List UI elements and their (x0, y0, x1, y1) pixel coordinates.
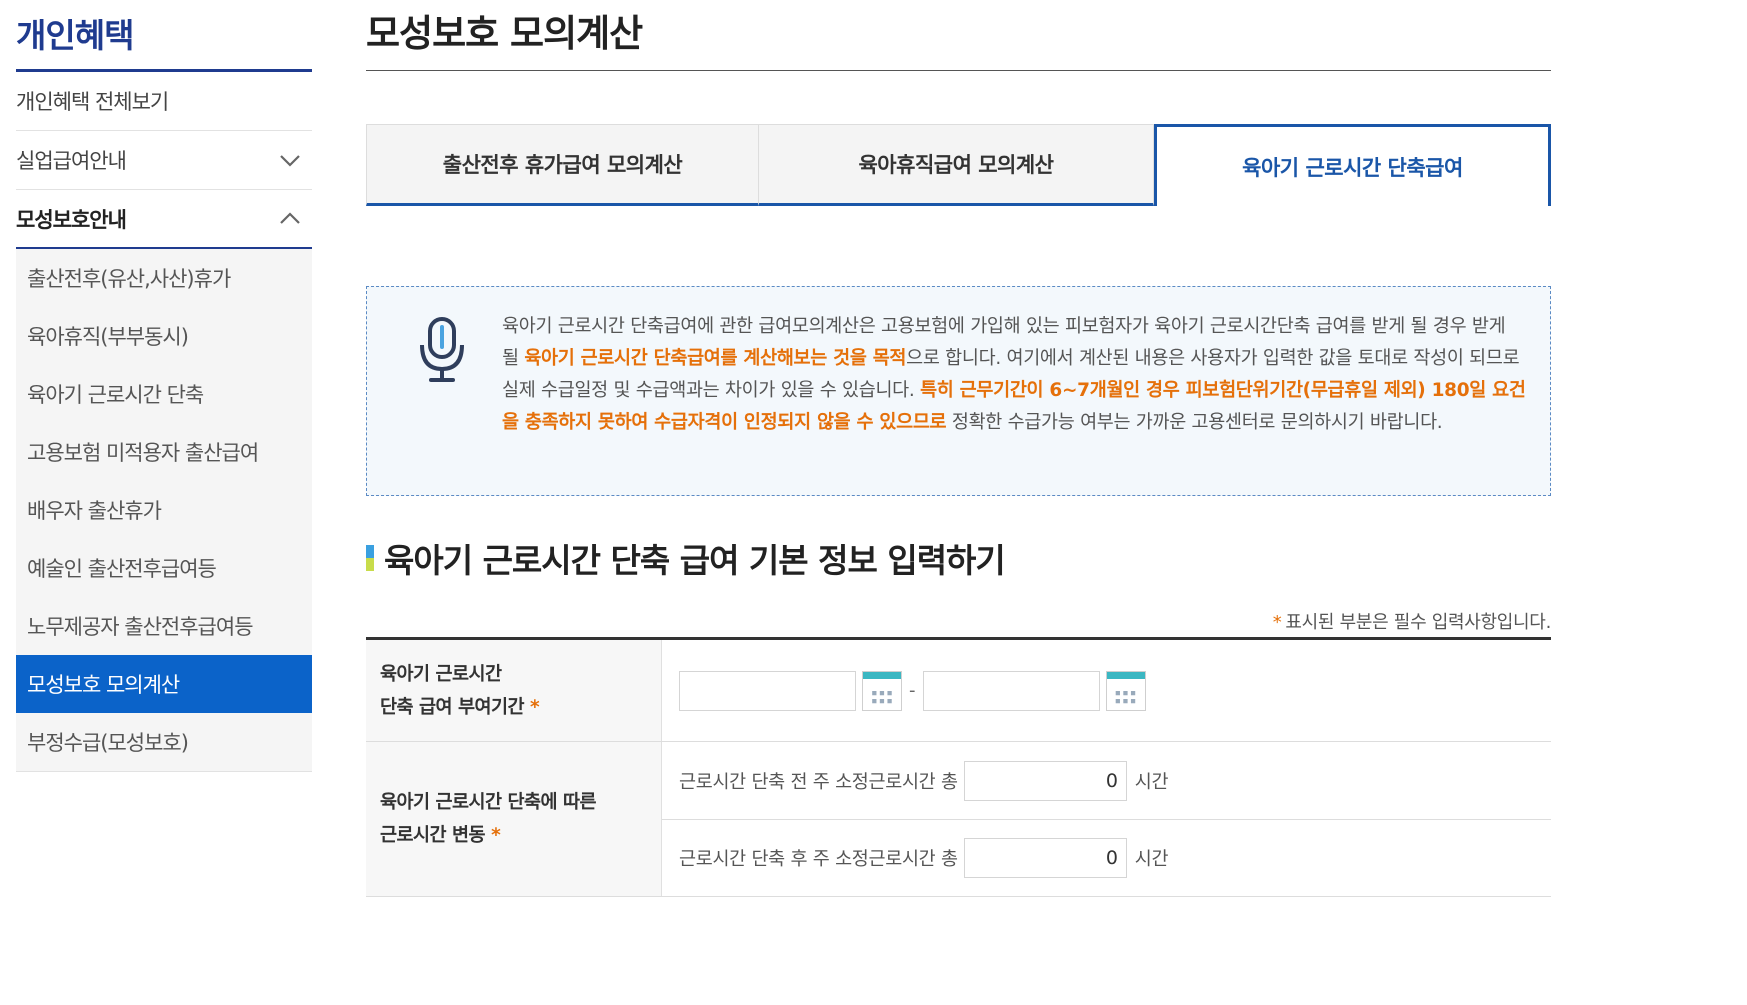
hours-label-line: 근로시간 변동 (380, 825, 486, 846)
sidebar-submenu: 출산전후(유산,사산)휴가 육아휴직(부부동시) 육아기 근로시간 단축 고용보… (16, 249, 312, 772)
date-separator: - (909, 680, 916, 701)
period-label-line: 단축 급여 부여기간 (380, 696, 525, 718)
chevron-up-icon (280, 211, 300, 224)
form-row-hours: 육아기 근로시간 단축에 따른 근로시간 변동 * 근로시간 단축 전 주 소정근… (366, 742, 1551, 897)
period-inputs: ▪▪▪ ▪▪▪ - ▪▪▪ ▪▪▪ (662, 640, 1551, 741)
submenu-item-spouse-leave[interactable]: 배우자 출산휴가 (16, 481, 312, 539)
hours-unit: 시간 (1134, 849, 1169, 870)
submenu-item-reduced-hours[interactable]: 육아기 근로시간 단축 (16, 365, 312, 423)
submenu-item-artist-benefit[interactable]: 예술인 출산전후급여등 (16, 539, 312, 597)
calculator-tabs: 출산전후 휴가급여 모의계산 육아휴직급여 모의계산 육아기 근로시간 단축급여 (366, 124, 1551, 206)
hours-label-line: 육아기 근로시간 단축에 따른 (380, 792, 597, 813)
calendar-icon[interactable]: ▪▪▪ ▪▪▪ (862, 670, 902, 711)
sidebar-title-text: 개인혜택 (16, 16, 134, 55)
sidebar-item-label: 개인혜택 전체보기 (16, 90, 169, 114)
sidebar-item-all-benefits[interactable]: 개인혜택 전체보기 (16, 72, 312, 131)
notice-text: 육아기 근로시간 단축급여에 관한 급여모의계산은 고용보험에 가입해 있는 피… (502, 311, 1527, 439)
sidebar-item-label: 실업급여안내 (16, 149, 127, 173)
section-title: 육아기 근로시간 단축 급여 기본 정보 입력하기 (366, 534, 1006, 582)
submenu-item-fraud[interactable]: 부정수급(모성보호) (16, 713, 312, 771)
form-row-period: 육아기 근로시간 단축 급여 부여기간 * ▪▪▪ ▪▪▪ - ▪▪▪ ▪▪▪ (366, 640, 1551, 742)
period-label: 육아기 근로시간 단축 급여 부여기간 * (366, 640, 662, 741)
hours-before-label: 근로시간 단축 전 주 소정근로시간 총 (679, 771, 958, 793)
sidebar-item-unemployment[interactable]: 실업급여안내 (16, 131, 312, 190)
sidebar: 개인혜택 개인혜택 전체보기 실업급여안내 모성보호안내 출산전후(유산,사산)… (16, 0, 312, 772)
hours-before-row: 근로시간 단축 전 주 소정근로시간 총 0 시간 (662, 742, 1551, 819)
submenu-item-simulation[interactable]: 모성보호 모의계산 (16, 655, 312, 713)
tab-parental-leave-calc[interactable]: 육아휴직급여 모의계산 (759, 124, 1154, 206)
required-note-text: 표시된 부분은 필수 입력사항입니다. (1285, 612, 1551, 633)
notice-highlight: 육아기 근로시간 단축급여를 계산해보는 것을 목적 (524, 348, 907, 369)
notice-text-part: 정확한 수급가능 여부는 가까운 고용센터로 문의하시기 바랍니다. (946, 412, 1443, 433)
hours-unit: 시간 (1134, 771, 1169, 793)
tab-maternity-leave-calc[interactable]: 출산전후 휴가급여 모의계산 (366, 124, 759, 206)
hours-after-label: 근로시간 단축 후 주 소정근로시간 총 (679, 849, 958, 870)
period-label-line: 육아기 근로시간 (380, 663, 502, 685)
microphone-icon (420, 317, 464, 382)
submenu-item-labor-provider-benefit[interactable]: 노무제공자 출산전후급여등 (16, 597, 312, 655)
input-form: 육아기 근로시간 단축 급여 부여기간 * ▪▪▪ ▪▪▪ - ▪▪▪ ▪▪▪ 육아기… (366, 637, 1551, 897)
main-content: 모성보호 모의계산 출산전후 휴가급여 모의계산 육아휴직급여 모의계산 육아기… (366, 0, 1551, 897)
submenu-item-maternity-leave[interactable]: 출산전후(유산,사산)휴가 (16, 249, 312, 307)
end-date-input[interactable] (922, 670, 1100, 711)
page-title-text: 모성보호 모의계산 (366, 12, 643, 55)
hours-before-input[interactable]: 0 (963, 760, 1127, 801)
required-note: * 표시된 부분은 필수 입력사항입니다. (1272, 608, 1552, 634)
section-marker (366, 545, 374, 571)
submenu-item-parental-leave[interactable]: 육아휴직(부부동시) (16, 307, 312, 365)
sidebar-title: 개인혜택 (16, 0, 312, 72)
sidebar-item-maternity[interactable]: 모성보호안내 (16, 190, 312, 249)
required-star-icon: * (491, 825, 501, 846)
notice-box: 육아기 근로시간 단축급여에 관한 급여모의계산은 고용보험에 가입해 있는 피… (366, 286, 1551, 496)
tab-reduced-hours-calc[interactable]: 육아기 근로시간 단축급여 (1154, 124, 1551, 206)
sidebar-item-label: 모성보호안내 (16, 207, 127, 232)
start-date-input[interactable] (679, 670, 856, 711)
chevron-down-icon (280, 155, 300, 167)
hours-change-label: 육아기 근로시간 단축에 따른 근로시간 변동 * (366, 742, 662, 896)
required-star-icon: * (1272, 612, 1282, 633)
page-title: 모성보호 모의계산 (366, 0, 1551, 71)
hours-after-row: 근로시간 단축 후 주 소정근로시간 총 0 시간 (662, 819, 1551, 896)
hours-after-input[interactable]: 0 (963, 838, 1127, 878)
section-title-text: 육아기 근로시간 단축 급여 기본 정보 입력하기 (384, 541, 1006, 580)
required-star-icon: * (530, 696, 540, 718)
calendar-icon[interactable]: ▪▪▪ ▪▪▪ (1105, 670, 1146, 711)
submenu-item-uninsured-benefit[interactable]: 고용보험 미적용자 출산급여 (16, 423, 312, 481)
